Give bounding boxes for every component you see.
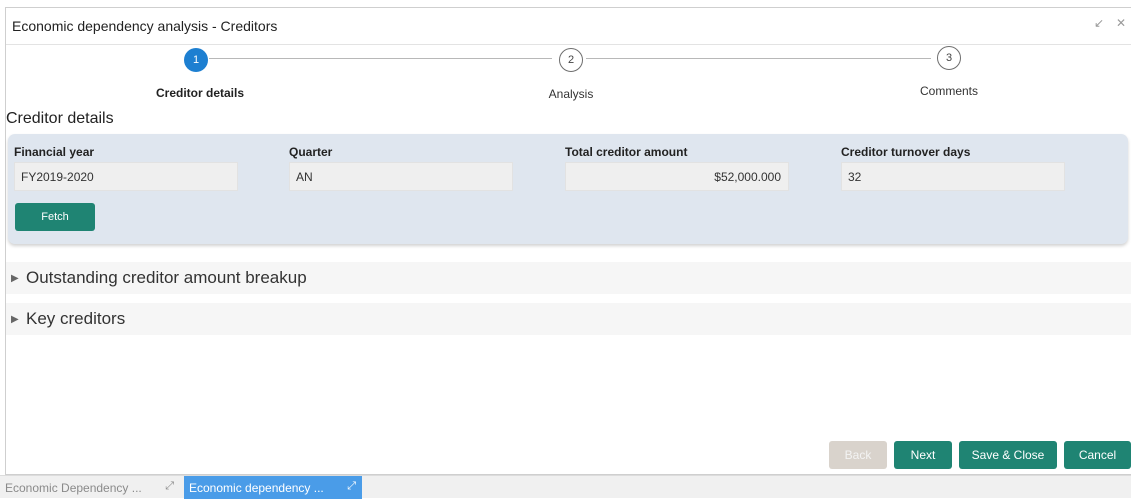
financial-year-field[interactable]: FY2019-2020 bbox=[14, 162, 238, 191]
taskbar: Economic Dependency ... ⤢ Economic depen… bbox=[0, 475, 1131, 499]
close-icon[interactable]: ✕ bbox=[1115, 17, 1127, 29]
expand-icon[interactable]: ⤢ bbox=[165, 480, 174, 493]
section-header-label: Key creditors bbox=[26, 309, 126, 328]
step-3-label[interactable]: Comments bbox=[920, 84, 978, 98]
taskbar-item[interactable]: Economic Dependency ... ⤢ bbox=[0, 476, 180, 499]
dialog-window: Economic dependency analysis - Creditors… bbox=[5, 7, 1131, 475]
save-close-button[interactable]: Save & Close bbox=[959, 441, 1057, 469]
minimize-icon[interactable]: ↙ bbox=[1093, 17, 1105, 29]
section-header-label: Outstanding creditor amount breakup bbox=[26, 268, 307, 287]
key-creditors-section[interactable]: ▶ Key creditors bbox=[6, 303, 1131, 335]
step-connector bbox=[209, 58, 552, 59]
creditor-turnover-days-field[interactable]: 32 bbox=[841, 162, 1065, 191]
taskbar-item-label: Economic Dependency ... bbox=[5, 480, 142, 495]
quarter-label: Quarter bbox=[289, 145, 333, 159]
taskbar-item-active[interactable]: Economic dependency ... ⤢ bbox=[184, 476, 362, 499]
dialog-title: Economic dependency analysis - Creditors bbox=[12, 18, 278, 34]
caret-right-icon: ▶ bbox=[11, 313, 19, 325]
step-connector bbox=[586, 58, 931, 59]
total-creditor-amount-field[interactable]: $52,000.000 bbox=[565, 162, 789, 191]
cancel-button[interactable]: Cancel bbox=[1064, 441, 1131, 469]
financial-year-label: Financial year bbox=[14, 145, 95, 159]
step-1-circle[interactable]: 1 bbox=[184, 48, 208, 72]
footer-actions: Back Next Save & Close Cancel bbox=[829, 441, 1131, 469]
back-button[interactable]: Back bbox=[829, 441, 887, 469]
window-controls: ↙ ✕ bbox=[1093, 17, 1127, 29]
step-3-circle[interactable]: 3 bbox=[937, 46, 961, 70]
step-2-label[interactable]: Analysis bbox=[549, 87, 594, 101]
next-button[interactable]: Next bbox=[894, 441, 952, 469]
section-title: Creditor details bbox=[6, 110, 114, 127]
step-2-circle[interactable]: 2 bbox=[559, 48, 583, 72]
step-1-label[interactable]: Creditor details bbox=[156, 86, 244, 100]
caret-right-icon: ▶ bbox=[11, 272, 19, 284]
expand-icon[interactable]: ⤢ bbox=[347, 480, 356, 493]
step-indicator: 1 2 3 Creditor details Analysis Comments bbox=[6, 46, 1131, 106]
outstanding-creditor-amount-breakup-section[interactable]: ▶ Outstanding creditor amount breakup bbox=[6, 262, 1131, 294]
total-creditor-amount-label: Total creditor amount bbox=[565, 145, 688, 159]
fetch-button[interactable]: Fetch bbox=[15, 203, 95, 231]
quarter-field[interactable]: AN bbox=[289, 162, 513, 191]
creditor-turnover-days-label: Creditor turnover days bbox=[841, 145, 971, 159]
title-bar: Economic dependency analysis - Creditors… bbox=[6, 8, 1131, 45]
creditor-details-card: Financial year FY2019-2020 Quarter AN To… bbox=[8, 134, 1128, 244]
taskbar-item-label: Economic dependency ... bbox=[189, 480, 324, 495]
